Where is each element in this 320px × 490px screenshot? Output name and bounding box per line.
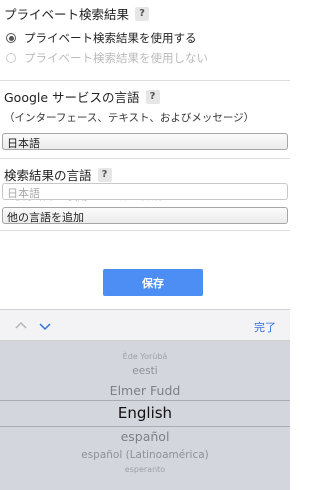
- private-results-title: プライベート検索結果: [4, 7, 130, 22]
- picker-toolbar: 完了: [0, 309, 290, 341]
- search-language-field: 日本語: [2, 183, 288, 200]
- radio-checked-icon[interactable]: [6, 33, 16, 43]
- divider: [0, 230, 290, 231]
- radio-unchecked-icon[interactable]: [6, 53, 16, 63]
- picker-item-selected[interactable]: English: [0, 404, 290, 422]
- search-language-title-row: 検索結果の言語 ?: [0, 165, 290, 184]
- help-icon[interactable]: ?: [135, 6, 150, 21]
- done-button[interactable]: 完了: [254, 319, 276, 335]
- radio-use-private[interactable]: プライベート検索結果を使用する: [0, 28, 290, 48]
- radio-use-private-label: プライベート検索結果を使用する: [24, 31, 197, 45]
- picker-item[interactable]: español: [0, 429, 290, 444]
- chevron-down-icon[interactable]: [38, 319, 52, 333]
- picker-selection-line: [0, 400, 290, 401]
- help-icon[interactable]: ?: [97, 167, 112, 182]
- divider: [0, 80, 290, 81]
- save-button[interactable]: 保存: [103, 269, 203, 296]
- private-results-section: プライベート検索結果 ? プライベート検索結果を使用する プライベート検索結果を…: [0, 4, 290, 68]
- google-language-section: Google サービスの言語 ? （インターフェース、テキスト、およびメッセージ…: [0, 87, 290, 125]
- add-language-select[interactable]: 他の言語を追加: [2, 207, 288, 224]
- language-picker[interactable]: Ède Yorùbá eesti Elmer Fudd English espa…: [0, 341, 290, 490]
- picker-item[interactable]: esperanto: [0, 465, 290, 474]
- search-language-title: 検索結果の言語: [4, 168, 92, 183]
- chevron-up-icon[interactable]: [14, 319, 28, 333]
- help-icon[interactable]: ?: [145, 89, 160, 104]
- private-results-title-row: プライベート検索結果 ?: [0, 4, 290, 23]
- picker-item[interactable]: Elmer Fudd: [0, 383, 290, 398]
- picker-selection-line: [0, 426, 290, 427]
- picker-item[interactable]: Ède Yorùbá: [0, 352, 290, 361]
- google-language-title: Google サービスの言語: [4, 90, 140, 105]
- google-language-select[interactable]: 日本語: [2, 133, 288, 150]
- picker-item[interactable]: eesti: [0, 365, 290, 377]
- google-language-title-row: Google サービスの言語 ?: [0, 87, 290, 106]
- radio-not-use-private-label: プライベート検索結果を使用しない: [24, 51, 208, 65]
- google-language-subtitle: （インターフェース、テキスト、およびメッセージ）: [4, 112, 255, 124]
- radio-not-use-private[interactable]: プライベート検索結果を使用しない: [0, 48, 290, 68]
- picker-item[interactable]: español (Latinoamérica): [0, 449, 290, 461]
- divider: [0, 158, 290, 159]
